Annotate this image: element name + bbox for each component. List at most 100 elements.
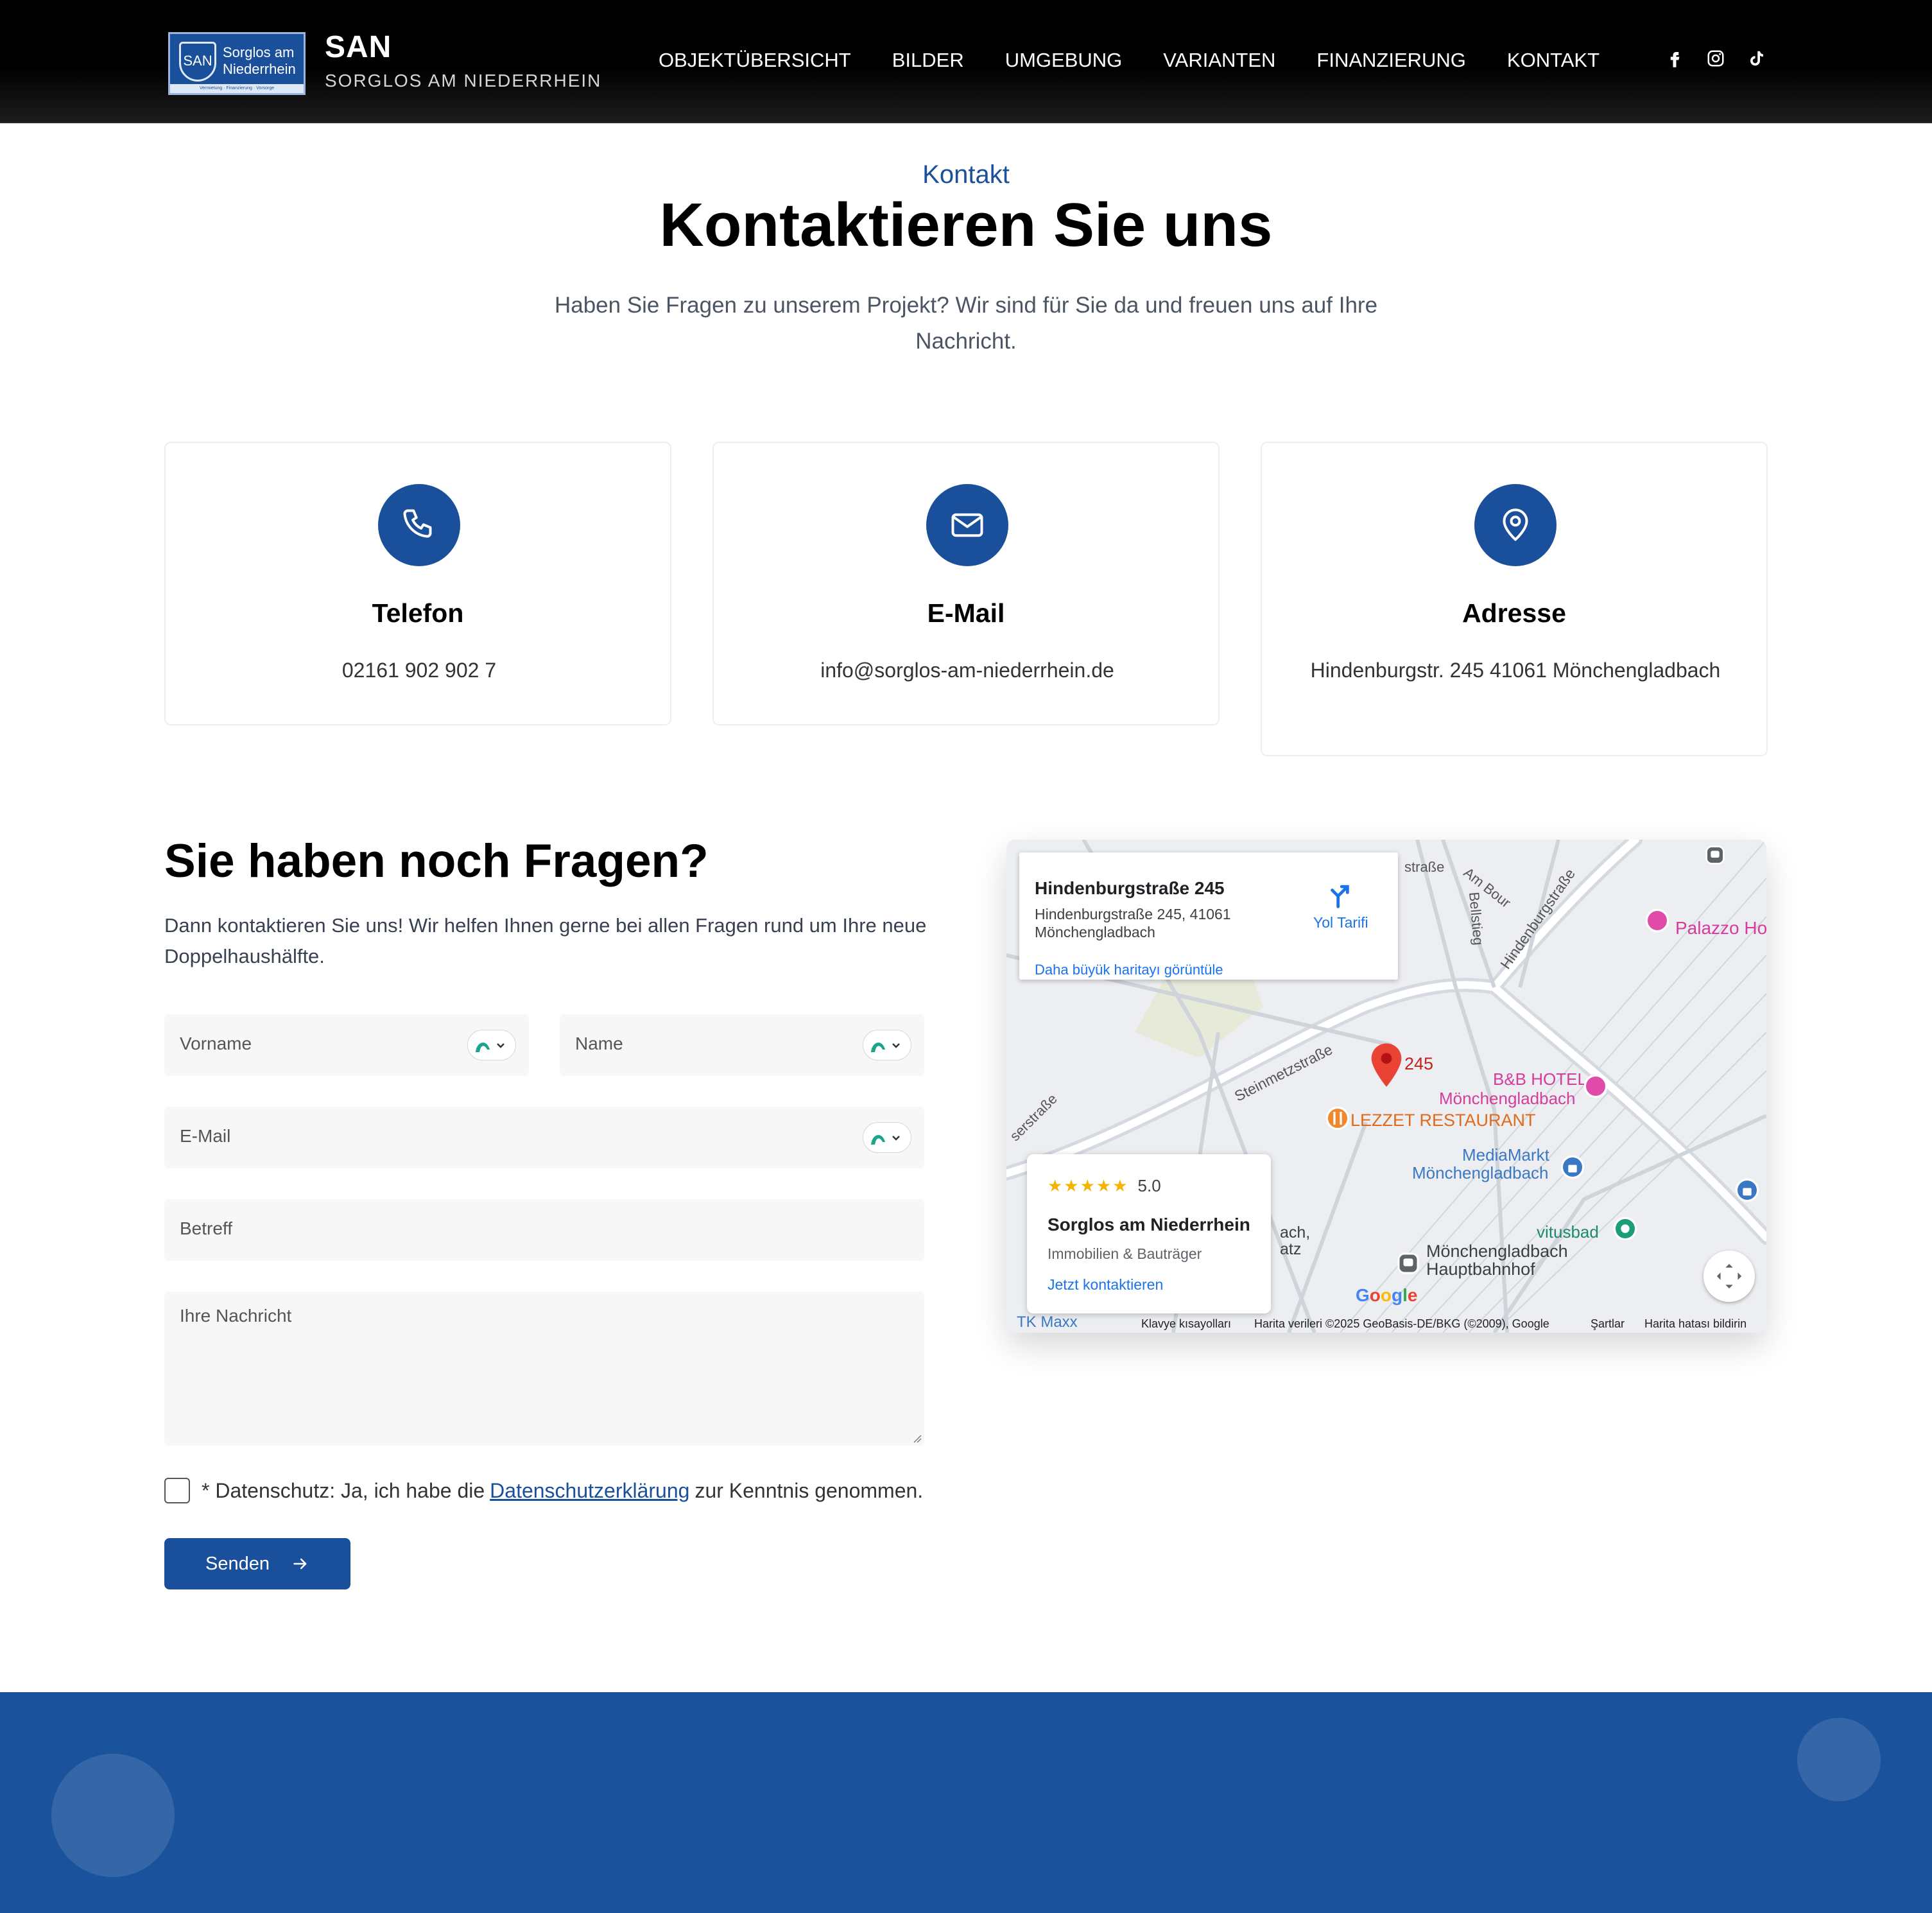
business-contact-link[interactable]: Jetzt kontaktieren: [1048, 1276, 1163, 1294]
map-label-bb-hotel-city: Mönchengladbach: [1439, 1089, 1576, 1108]
directions-icon[interactable]: [1329, 881, 1357, 909]
map-label-lezzet[interactable]: LEZZET RESTAURANT: [1350, 1111, 1536, 1130]
map-address-line-1: Hindenburgstraße 245, 41061: [1035, 906, 1231, 922]
privacy-policy-link[interactable]: Datenschutzerklärung: [490, 1479, 689, 1503]
map-terms-link[interactable]: Şartlar: [1591, 1317, 1625, 1331]
fullscreen-icon: [1716, 1263, 1742, 1289]
nav-kontakt[interactable]: KONTAKT: [1507, 49, 1600, 72]
nav-bilder[interactable]: BILDER: [892, 49, 964, 72]
card-title: Telefon: [372, 598, 464, 628]
logo-line-1: Sorglos am: [223, 44, 295, 60]
email-placeholder: E-Mail: [180, 1126, 231, 1146]
report-map-error-link[interactable]: Harita hatası bildirin: [1644, 1317, 1747, 1331]
map-place-info: Hindenburgstraße 245 Hindenburgstraße 24…: [1019, 853, 1398, 980]
decorative-circle: [1797, 1718, 1881, 1801]
business-name: Sorglos am Niederrhein: [1048, 1215, 1250, 1234]
hotel-pin-icon[interactable]: [1645, 908, 1757, 933]
subject-field[interactable]: Betreff: [164, 1199, 924, 1261]
map-business-card: ★★★★★ 5.0 Sorglos am Niederrhein Immobil…: [1027, 1154, 1271, 1313]
brand-title[interactable]: SAN: [325, 30, 392, 65]
email-address[interactable]: info@sorglos-am-niederrhein.de: [752, 655, 1182, 686]
site-logo[interactable]: SAN Sorglos am Niederrhein Vermietung · …: [168, 32, 306, 95]
recreation-pin-icon[interactable]: [1612, 1216, 1638, 1242]
subject-placeholder: Betreff: [180, 1218, 232, 1238]
map-label-strasse: straße: [1404, 859, 1445, 875]
business-rating: ★★★★★ 5.0: [1048, 1176, 1161, 1196]
message-textarea[interactable]: Ihre Nachricht: [164, 1292, 924, 1446]
logo-line-2: Niederrhein: [223, 61, 296, 77]
facebook-icon[interactable]: [1665, 48, 1684, 69]
main-nav: OBJEKTÜBERSICHT BILDER UMGEBUNG VARIANTE…: [659, 49, 1641, 72]
rating-stars-icon: ★★★★★: [1048, 1176, 1129, 1195]
consent-row: * Datenschutz: Ja, ich habe die Datensch…: [164, 1478, 923, 1503]
nav-umgebung[interactable]: UMGEBUNG: [1005, 49, 1123, 72]
google-logo: Google: [1356, 1285, 1418, 1305]
resize-handle-icon[interactable]: [913, 1434, 922, 1443]
consent-checkbox[interactable]: [164, 1478, 190, 1503]
map-attribution-bar: Klavye kısayolları Harita verileri ©2025…: [1006, 1313, 1766, 1333]
logo-strip: Vermietung · Finanzierung · Vorsorge: [170, 84, 304, 93]
map-label-ach: ach,: [1280, 1224, 1311, 1242]
contact-card-email: E-Mail info@sorglos-am-niederrhein.de: [712, 442, 1220, 725]
social-links: [1665, 48, 1766, 69]
keyboard-shortcuts-link[interactable]: Klavye kısayolları: [1141, 1317, 1231, 1331]
map-place-address: Hindenburgstraße 245, 41061 Mönchengladb…: [1035, 905, 1266, 941]
restaurant-pin-icon[interactable]: [1325, 1105, 1350, 1131]
contact-card-phone: Telefon 02161 902 902 7: [164, 442, 671, 725]
hotel-pin-icon[interactable]: [1583, 1073, 1609, 1099]
password-manager-icon[interactable]: [863, 1122, 911, 1153]
map-label-mediamarkt[interactable]: MediaMarkt: [1462, 1145, 1549, 1165]
mail-icon: [951, 513, 983, 537]
tiktok-icon[interactable]: [1747, 48, 1766, 69]
nav-varianten[interactable]: VARIANTEN: [1163, 49, 1275, 72]
password-manager-icon[interactable]: [863, 1030, 911, 1060]
location-pin-icon: [1503, 508, 1528, 541]
consent-text-suffix: zur Kenntnis genommen.: [694, 1478, 924, 1502]
form-heading: Sie haben noch Fragen?: [164, 835, 709, 887]
train-station-icon[interactable]: [1397, 1252, 1420, 1275]
phone-icon: [403, 509, 432, 538]
lastname-field[interactable]: Name: [560, 1014, 924, 1076]
contact-card-address: Adresse Hindenburgstr. 245 41061 Mönchen…: [1261, 442, 1768, 756]
email-field[interactable]: E-Mail: [164, 1107, 924, 1168]
shopping-pin-icon[interactable]: [1560, 1154, 1585, 1180]
intro-text: Haben Sie Fragen zu unserem Projekt? Wir…: [554, 293, 1378, 354]
location-marker-icon[interactable]: [1368, 1040, 1404, 1089]
embedded-map[interactable]: Palazzo Hotel B&B HOTEL Mönchengladbach …: [1006, 840, 1766, 1333]
lastname-placeholder: Name: [575, 1034, 623, 1053]
map-label-hbf[interactable]: Mönchengladbach: [1426, 1242, 1568, 1261]
nav-objektuebersicht[interactable]: OBJEKTÜBERSICHT: [659, 49, 851, 72]
decorative-circle: [51, 1754, 175, 1877]
site-footer: [0, 1692, 1932, 1913]
rating-value: 5.0: [1137, 1176, 1161, 1195]
arrow-right-icon: [293, 1558, 307, 1570]
map-address-line-2: Mönchengladbach: [1035, 924, 1155, 940]
password-manager-icon[interactable]: [467, 1030, 516, 1060]
larger-map-link[interactable]: Daha büyük haritayı görüntüle: [1035, 962, 1223, 978]
map-label-vitusbad[interactable]: vitusbad: [1537, 1222, 1599, 1242]
card-title: E-Mail: [927, 598, 1005, 628]
map-pin-label: 245: [1404, 1054, 1434, 1073]
map-label-bb-hotel[interactable]: B&B HOTEL: [1493, 1069, 1587, 1089]
card-title: Adresse: [1462, 598, 1566, 628]
bus-stop-icon[interactable]: [1705, 845, 1725, 865]
site-header: SAN Sorglos am Niederrhein Vermietung · …: [0, 0, 1932, 123]
map-data-attribution[interactable]: Harita verileri ©2025 GeoBasis-DE/BKG (©…: [1254, 1317, 1549, 1331]
send-button-label: Senden: [205, 1553, 270, 1574]
postal-address: Hindenburgstr. 245 41061 Mönchengladbach: [1310, 659, 1721, 682]
instagram-icon[interactable]: [1706, 48, 1725, 69]
phone-number[interactable]: 02161 902 902 7: [204, 655, 634, 686]
nav-finanzierung[interactable]: FINANZIERUNG: [1316, 49, 1466, 72]
consent-text-prefix: * Datenschutz: Ja, ich habe die: [202, 1478, 485, 1502]
map-place-title: Hindenburgstraße 245: [1035, 878, 1225, 898]
firstname-placeholder: Vorname: [180, 1034, 252, 1053]
form-intro: Dann kontaktieren Sie uns! Wir helfen Ih…: [164, 914, 927, 967]
send-button[interactable]: Senden: [164, 1538, 350, 1589]
firstname-field[interactable]: Vorname: [164, 1014, 529, 1076]
card-icon-circle: [378, 484, 460, 566]
logo-text: Sorglos am Niederrhein: [223, 44, 296, 78]
directions-link[interactable]: Yol Tarifi: [1313, 914, 1368, 931]
message-placeholder: Ihre Nachricht: [180, 1306, 292, 1326]
map-fullscreen-button[interactable]: [1703, 1251, 1755, 1302]
shopping-pin-icon[interactable]: [1734, 1177, 1760, 1203]
